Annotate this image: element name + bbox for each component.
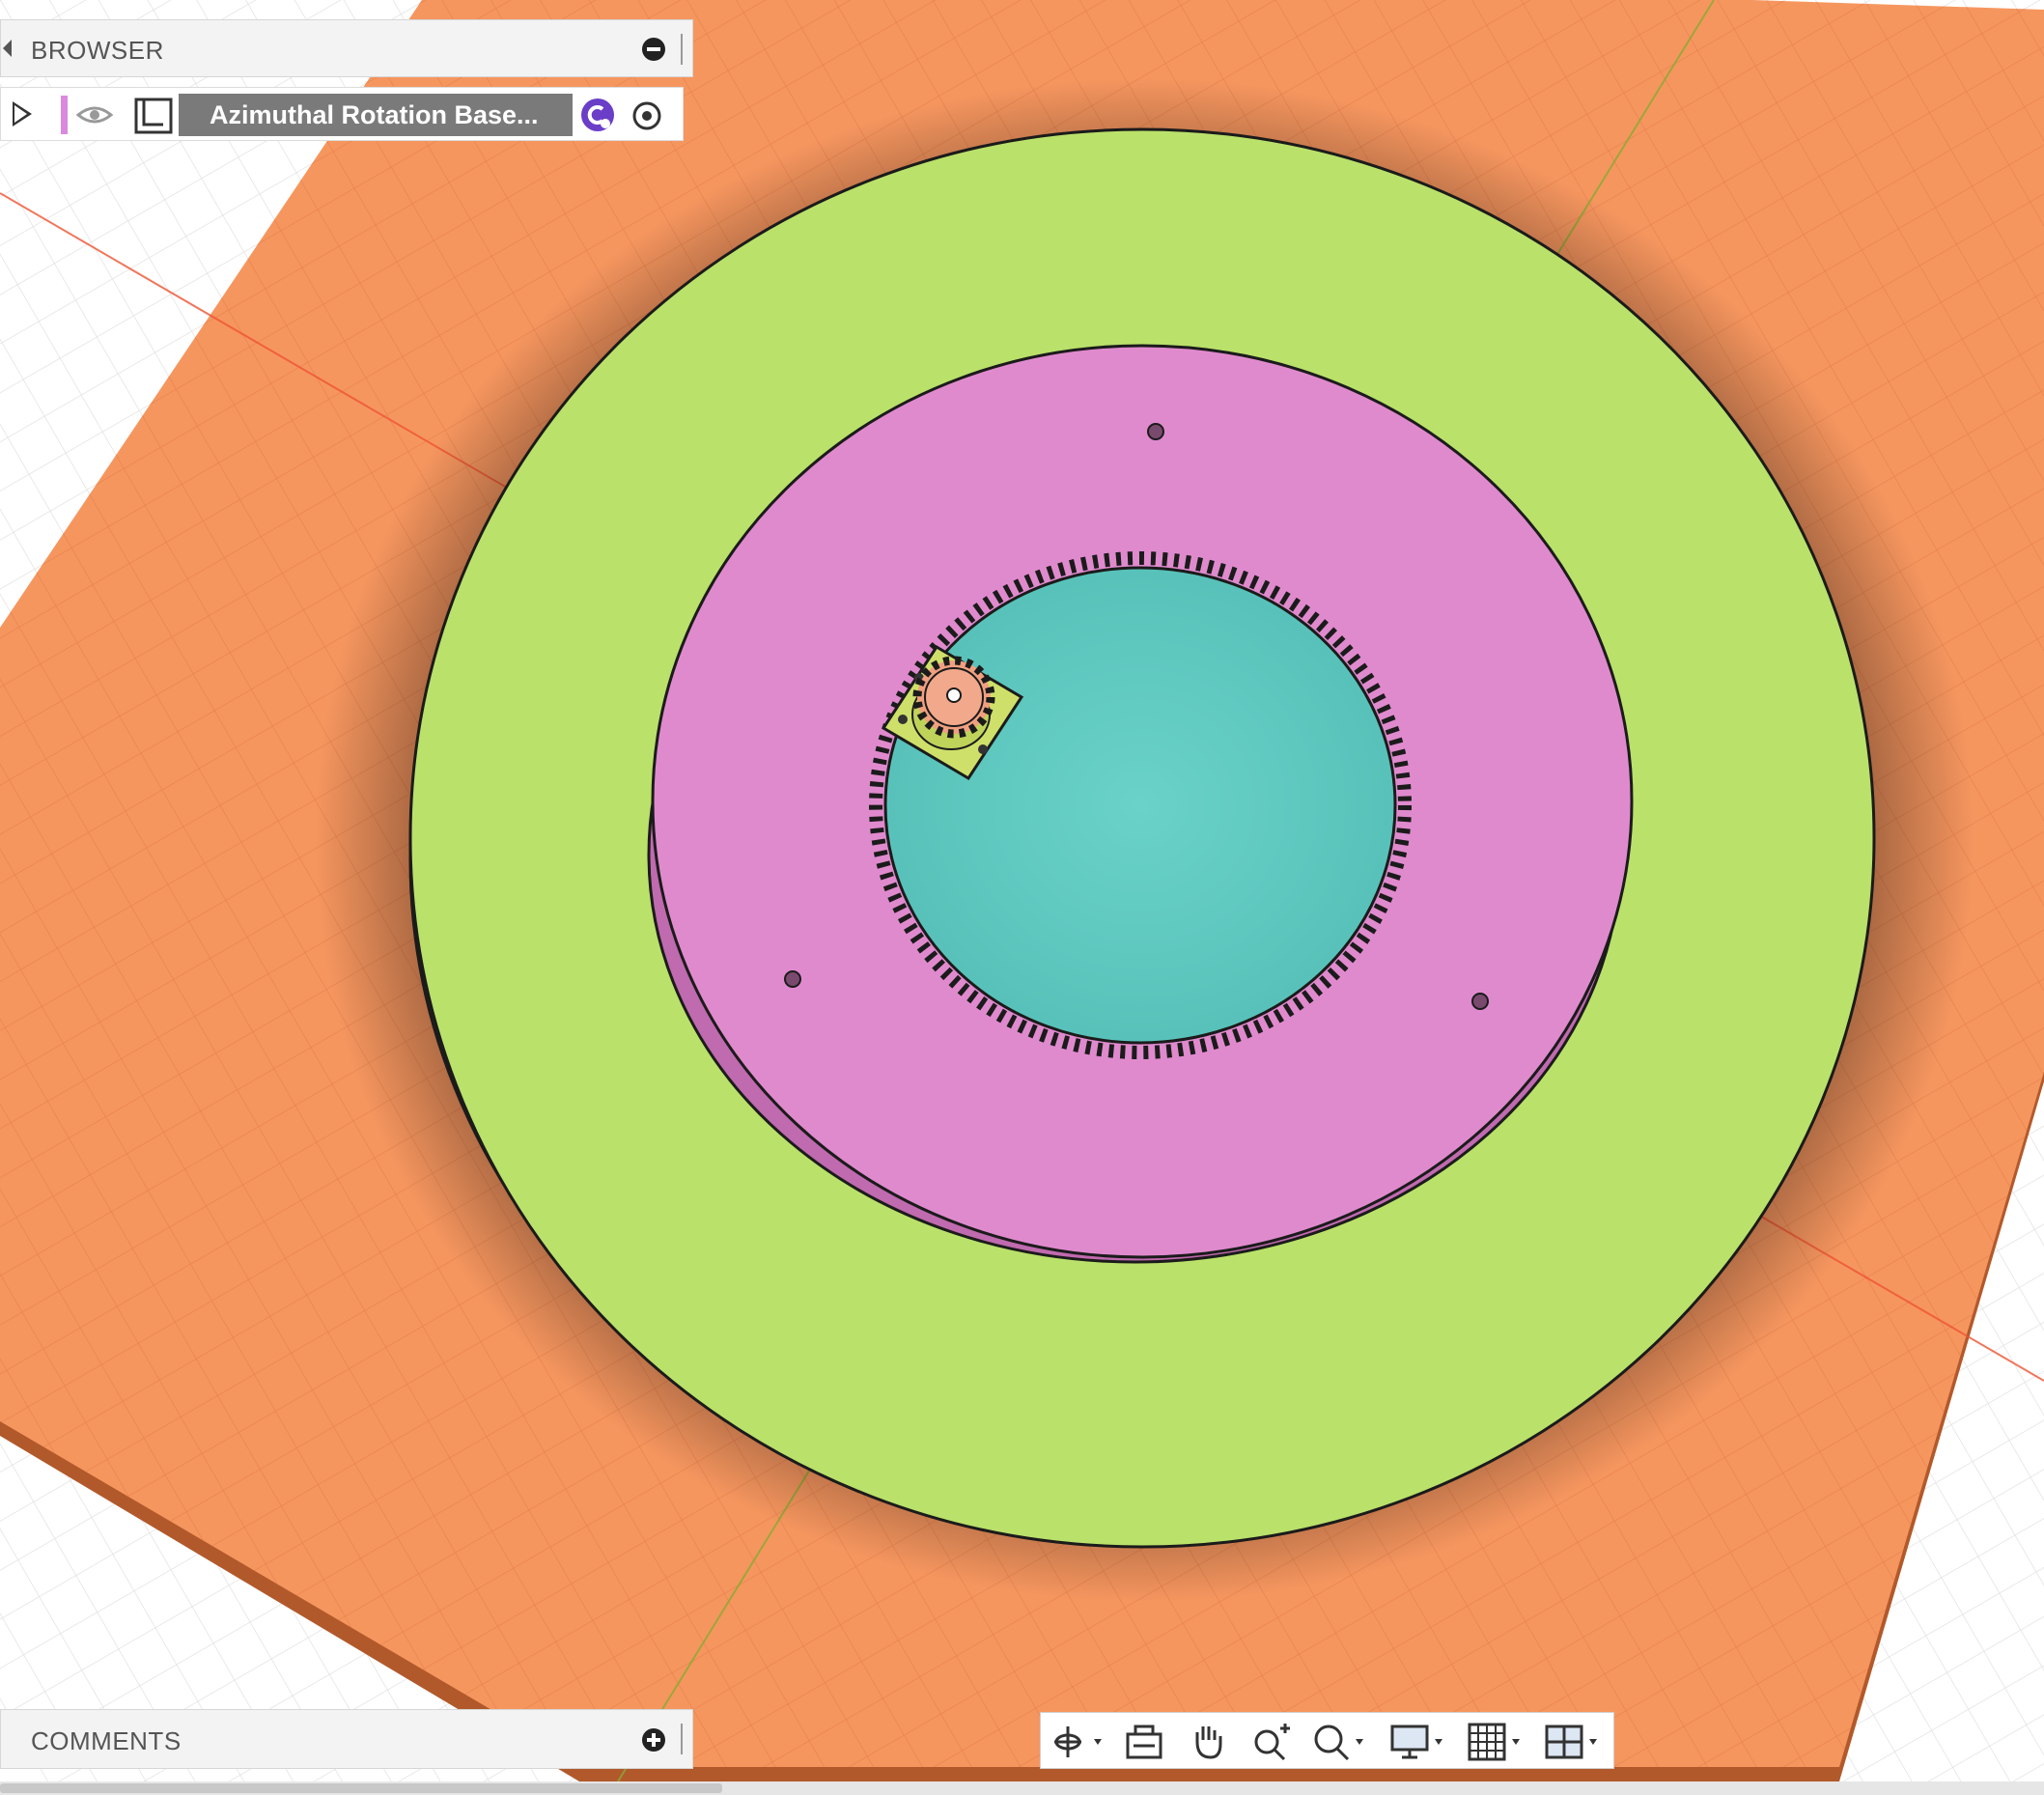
zoom-icon[interactable] xyxy=(1251,1723,1294,1761)
comments-title: COMMENTS xyxy=(31,1726,182,1755)
panel-grip-handle[interactable] xyxy=(681,1724,683,1754)
eye-icon[interactable] xyxy=(76,103,113,126)
pan-icon[interactable] xyxy=(1188,1723,1230,1761)
active-indicator xyxy=(61,96,68,134)
add-comment-icon[interactable] xyxy=(642,1728,665,1752)
link-icon[interactable] xyxy=(581,98,614,131)
browser-panel-header[interactable]: BROWSER xyxy=(0,19,693,77)
viewports-icon[interactable] xyxy=(1543,1723,1605,1761)
pinion-gear[interactable] xyxy=(912,656,995,739)
panel-grip-handle[interactable] xyxy=(681,34,683,65)
navigation-toolbar xyxy=(1040,1712,1614,1769)
expand-arrow-icon[interactable] xyxy=(13,101,32,126)
collapse-arrow-icon[interactable] xyxy=(3,40,12,57)
fit-icon[interactable] xyxy=(1311,1723,1369,1761)
minus-circle-icon[interactable] xyxy=(642,38,665,61)
horizontal-scrollbar[interactable] xyxy=(0,1781,2044,1795)
activate-radio-icon[interactable] xyxy=(631,100,662,131)
display-settings-icon[interactable] xyxy=(1388,1723,1450,1761)
browser-title: BROWSER xyxy=(31,36,164,65)
canvas-viewport[interactable] xyxy=(0,0,2044,1795)
look-at-icon[interactable] xyxy=(1124,1723,1166,1761)
component-name[interactable]: Azimuthal Rotation Base... xyxy=(179,94,573,136)
orbit-icon[interactable] xyxy=(1050,1723,1108,1761)
comments-panel-header[interactable]: COMMENTS xyxy=(0,1709,693,1769)
grid-settings-icon[interactable] xyxy=(1466,1723,1527,1761)
component-icon xyxy=(134,98,173,134)
scrollbar-thumb[interactable] xyxy=(0,1783,722,1793)
